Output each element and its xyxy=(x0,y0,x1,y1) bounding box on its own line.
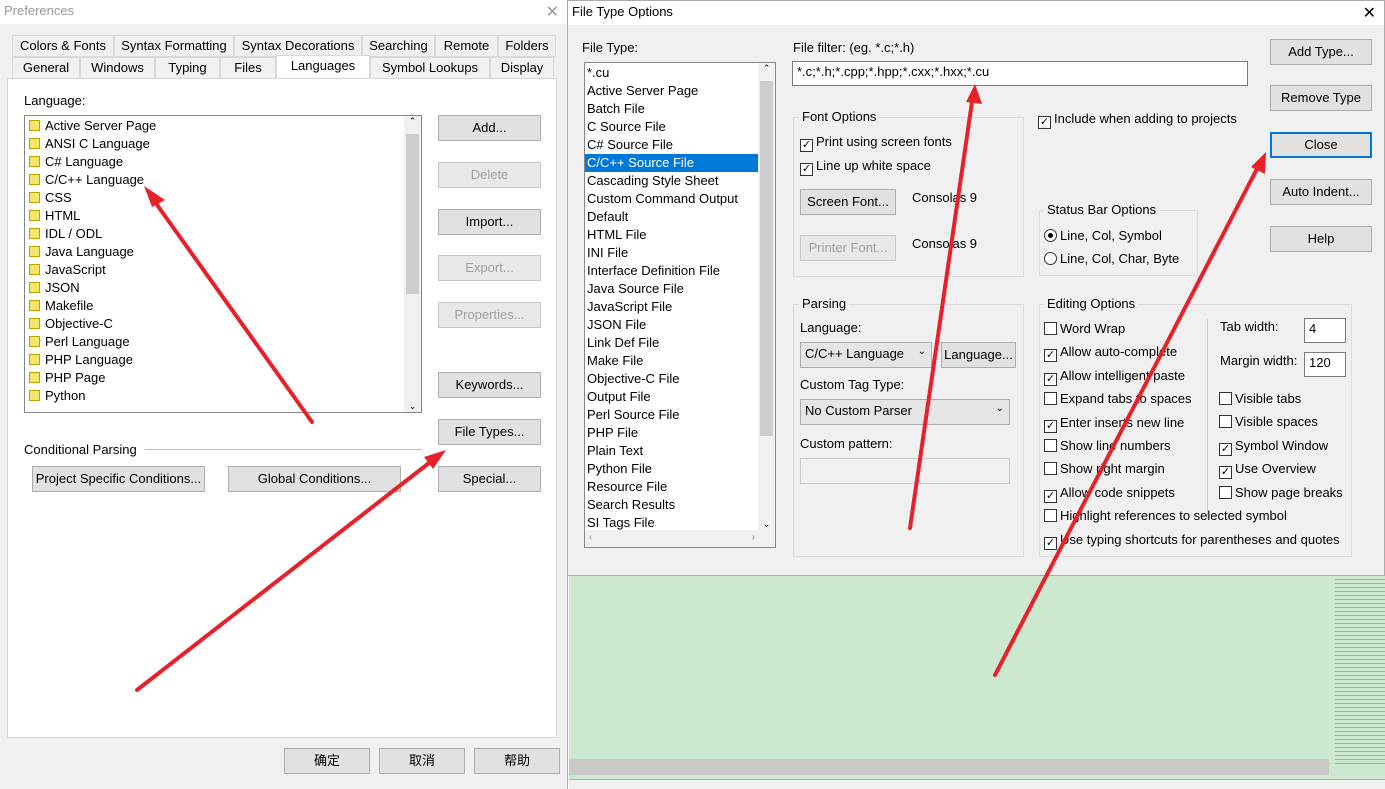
arrow-to-file-types xyxy=(135,454,440,692)
arrow-to-close-button xyxy=(993,161,1262,677)
arrowhead-icon xyxy=(1251,152,1266,174)
annotation-arrows xyxy=(135,84,1266,692)
arrowhead-icon xyxy=(144,186,165,207)
arrow-to-file-filter xyxy=(908,93,975,530)
arrow-to-cpp-language xyxy=(148,193,314,424)
arrowhead-icon xyxy=(966,84,982,104)
